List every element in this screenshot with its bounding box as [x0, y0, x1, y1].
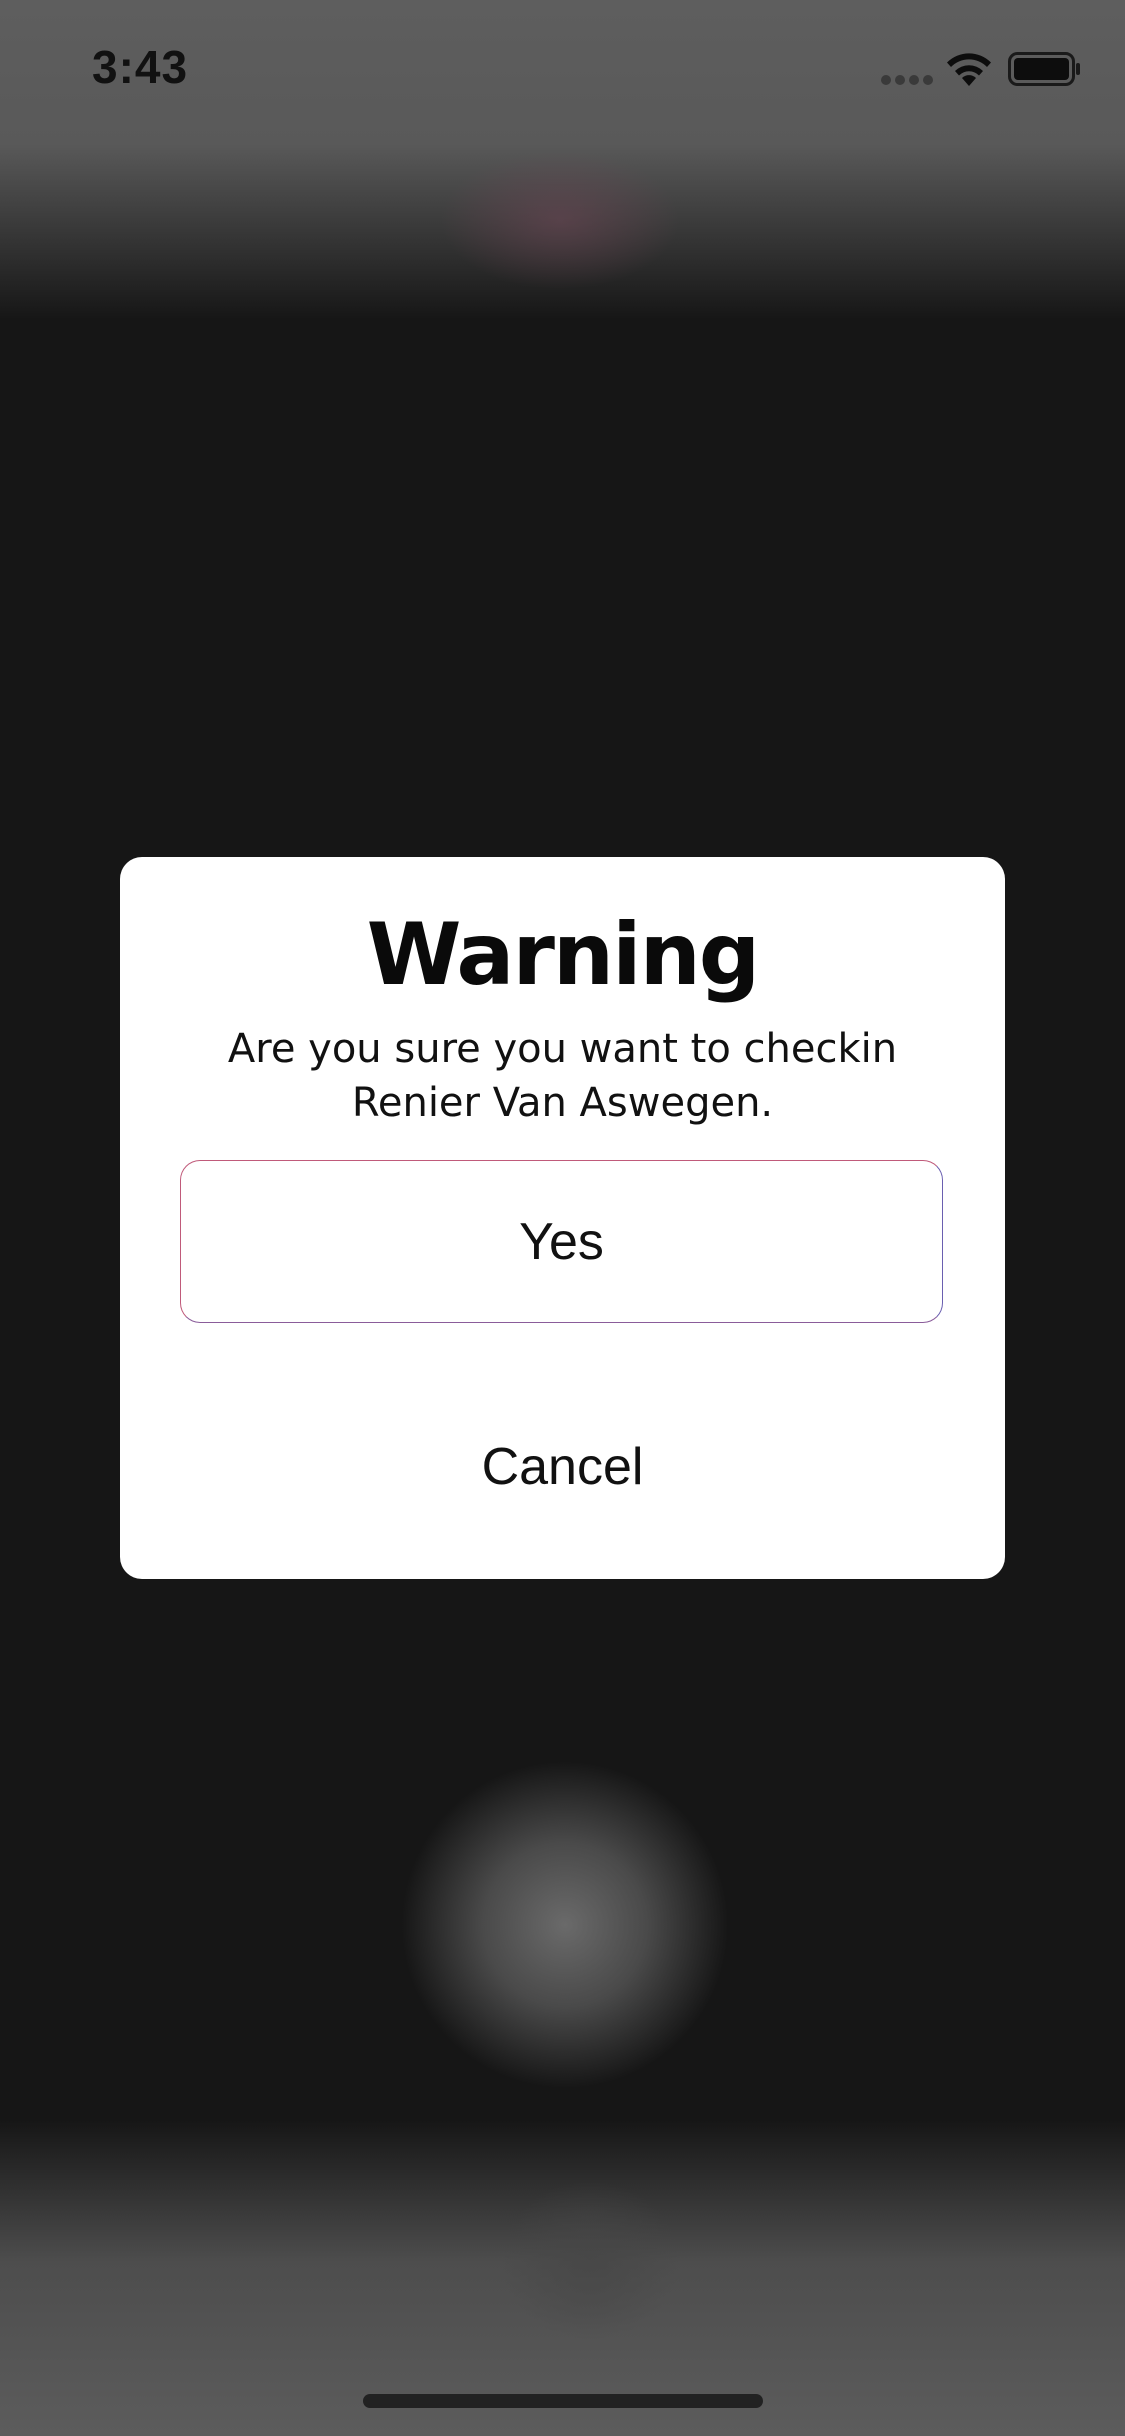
- background-glow: [400, 1760, 730, 2090]
- battery-icon: [1008, 52, 1080, 86]
- wifi-icon: [947, 53, 991, 86]
- home-indicator[interactable]: [363, 2394, 763, 2408]
- status-bar: 3:43: [0, 0, 1125, 140]
- dialog-message: Are you sure you want to checkin Renier …: [227, 1026, 898, 1126]
- cancel-button[interactable]: Cancel: [180, 1397, 945, 1537]
- yes-button[interactable]: Yes: [180, 1160, 943, 1323]
- background-blur-shape: [440, 150, 680, 290]
- dialog-title: Warning: [366, 905, 761, 1005]
- background-blur-shape-bottom: [500, 2180, 680, 2340]
- status-time: 3:43: [92, 41, 189, 93]
- warning-dialog: Warning Are you sure you want to checkin…: [120, 857, 1005, 1579]
- cellular-signal-icon: [881, 75, 933, 85]
